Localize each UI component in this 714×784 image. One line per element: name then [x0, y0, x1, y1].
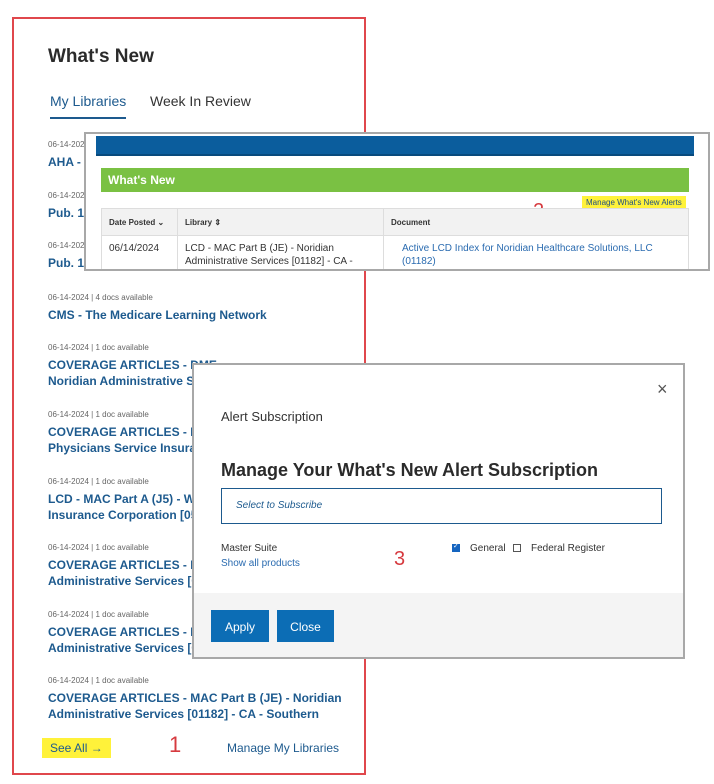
close-button[interactable]: Close: [277, 610, 334, 642]
cell-date: 06/14/2024: [101, 235, 178, 269]
whats-new-table: Date Posted ⌄ Library ⇕ Document 06/14/2…: [101, 208, 689, 269]
subscribe-select[interactable]: Select to Subscribe: [221, 488, 662, 524]
see-all-button[interactable]: See All →: [42, 738, 111, 758]
general-checkbox[interactable]: [452, 542, 460, 552]
show-all-products-link[interactable]: Show all products: [221, 558, 300, 569]
entry-link[interactable]: CMS - The Medicare Learning Network: [48, 307, 348, 323]
general-checkbox-label: General: [470, 543, 506, 554]
table-row: 06/14/2024 LCD - MAC Part B (JE) - Norid…: [101, 235, 689, 269]
cell-library: LCD - MAC Part B (JE) - Noridian Adminis…: [177, 235, 384, 269]
annotation-marker-3: 3: [394, 548, 406, 570]
entry-meta: 06-14-2024 | 4 docs available: [48, 293, 153, 302]
column-header-document: Document: [383, 208, 689, 236]
column-header-date[interactable]: Date Posted ⌄: [101, 208, 178, 236]
annotation-marker-1: 1: [169, 732, 182, 757]
tab-week-in-review[interactable]: Week In Review: [150, 93, 251, 109]
close-icon[interactable]: ×: [657, 379, 668, 400]
apply-button[interactable]: Apply: [211, 610, 269, 642]
entry-meta: 06-14-2024 | 1 doc available: [48, 343, 149, 352]
entry-link-line2[interactable]: Administrative Services [01182] - CA - S…: [48, 706, 348, 722]
alert-subscription-modal: × Alert Subscription Manage Your What's …: [192, 363, 685, 659]
federal-register-checkbox[interactable]: [513, 544, 521, 552]
modal-label: Alert Subscription: [221, 409, 323, 424]
site-header-bar: [96, 136, 694, 156]
cell-document-link[interactable]: Active LCD Index for Noridian Healthcare…: [383, 235, 689, 269]
federal-register-checkbox-label: Federal Register: [531, 543, 605, 554]
suite-name: Master Suite: [221, 543, 278, 554]
tab-my-libraries[interactable]: My Libraries: [50, 93, 127, 119]
widget-title: What's New: [48, 46, 154, 67]
entry-meta: 06-14-2024 | 1 doc available: [48, 676, 149, 685]
column-header-library[interactable]: Library ⇕: [177, 208, 384, 236]
entry-link[interactable]: COVERAGE ARTICLES - MAC Part B (JE) - No…: [48, 690, 348, 706]
modal-heading: Manage Your What's New Alert Subscriptio…: [221, 460, 598, 480]
whats-new-table-panel: What's New 2 Manage What's New Alerts Da…: [84, 132, 710, 271]
list-item: 06-14-2024 | 1 doc available COVERAGE AR…: [48, 676, 348, 722]
list-item: 06-14-2024 | 4 docs available CMS - The …: [48, 293, 348, 323]
section-title: What's New: [101, 168, 689, 192]
manage-libraries-link[interactable]: Manage My Libraries: [227, 741, 339, 755]
